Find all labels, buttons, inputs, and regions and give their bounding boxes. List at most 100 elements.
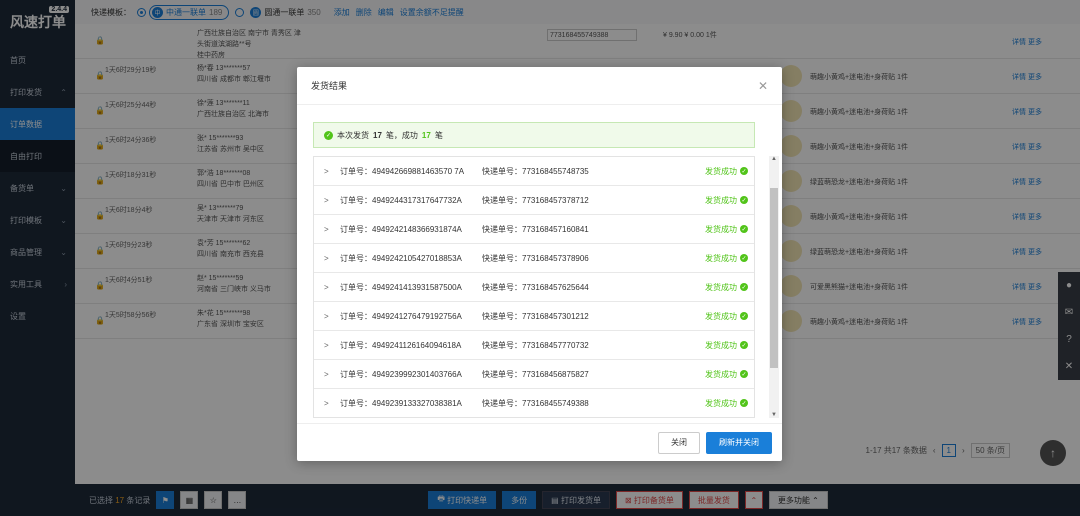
success-check-icon: ✓	[324, 130, 333, 140]
status-text: 发货成功	[705, 253, 737, 263]
order-number: 订单号：4949241276479192756A	[340, 311, 482, 322]
expand-chevron-icon[interactable]: >	[324, 341, 340, 350]
order-value: 4949241276479192756A	[372, 311, 462, 321]
list-item[interactable]: > 订单号：4949241413931587500A 快递单号：77316845…	[314, 273, 754, 302]
dialog-close-icon[interactable]: ✕	[758, 79, 768, 93]
waybill-number: 快递单号：773168457378712	[482, 195, 705, 206]
waybill-value: 773168457770732	[522, 340, 589, 350]
expand-chevron-icon[interactable]: >	[324, 399, 340, 408]
status-badge: 发货成功 ✓	[705, 253, 754, 264]
order-label: 订单号：	[340, 311, 372, 321]
order-number: 订单号：4949242105427018853A	[340, 253, 482, 264]
status-text: 发货成功	[705, 398, 737, 408]
waybill-value: 773168457625644	[522, 282, 589, 292]
waybill-value: 773168457378906	[522, 253, 589, 263]
summary-total: 17	[373, 130, 382, 140]
success-check-icon: ✓	[740, 254, 748, 262]
waybill-number: 快递单号：773168456875827	[482, 369, 705, 380]
scrollbar-thumb[interactable]	[770, 188, 778, 368]
order-label: 订单号：	[340, 282, 372, 292]
summary-mid: 笔，成功	[385, 130, 418, 140]
list-item[interactable]: > 订单号：4949244317317647732A 快递单号：77316845…	[314, 186, 754, 215]
expand-chevron-icon[interactable]: >	[324, 167, 340, 176]
success-check-icon: ✓	[740, 370, 748, 378]
status-badge: 发货成功 ✓	[705, 311, 754, 322]
order-value: 4949241126164094618A	[372, 340, 462, 350]
refresh-and-close-button[interactable]: 刷新并关闭	[706, 431, 772, 454]
close-button[interactable]: 关闭	[658, 431, 700, 454]
order-label: 订单号：	[340, 369, 372, 379]
list-item[interactable]: > 订单号：4949242105427018853A 快递单号：77316845…	[314, 244, 754, 273]
waybill-value: 773168457160841	[522, 224, 589, 234]
waybill-value: 773168456875827	[522, 369, 589, 379]
order-label: 订单号：	[340, 224, 372, 234]
order-number: 订单号：4949241413931587500A	[340, 282, 482, 293]
order-number: 订单号：494942669881463570 7A	[340, 166, 482, 177]
waybill-number: 快递单号：773168455748735	[482, 166, 705, 177]
success-check-icon: ✓	[740, 167, 748, 175]
success-check-icon: ✓	[740, 196, 748, 204]
waybill-value: 773168455748735	[522, 166, 589, 176]
order-label: 订单号：	[340, 253, 372, 263]
expand-chevron-icon[interactable]: >	[324, 196, 340, 205]
ship-result-dialog: 发货结果 ✕ ✓ 本次发货 17 笔，成功 17 笔 > 订单号：4949426…	[297, 67, 782, 461]
status-text: 发货成功	[705, 166, 737, 176]
order-label: 订单号：	[340, 166, 372, 176]
ship-result-list: > 订单号：494942669881463570 7A 快递单号：7731684…	[313, 156, 755, 418]
order-value: 4949239133327038381A	[372, 398, 462, 408]
waybill-number: 快递单号：773168457160841	[482, 224, 705, 235]
expand-chevron-icon[interactable]: >	[324, 225, 340, 234]
success-check-icon: ✓	[740, 312, 748, 320]
order-number: 订单号：4949241126164094618A	[340, 340, 482, 351]
order-value: 494942669881463570 7A	[372, 166, 465, 176]
order-value: 4949244317317647732A	[372, 195, 462, 205]
list-scrollbar[interactable]: ▲ ▼	[769, 156, 779, 418]
status-text: 发货成功	[705, 369, 737, 379]
list-item[interactable]: > 订单号：4949241126164094618A 快递单号：77316845…	[314, 331, 754, 360]
list-item[interactable]: > 订单号：4949241276479192756A 快递单号：77316845…	[314, 302, 754, 331]
waybill-label: 快递单号：	[482, 398, 522, 408]
dialog-header: 发货结果 ✕	[297, 67, 782, 105]
order-number: 订单号：4949242148366931874A	[340, 224, 482, 235]
app-root: 风速打单 2.4.4 首页 打印发货 ⌃ 订单数据 自由打印 备货单 ⌄ 打印模板 ⌄…	[0, 0, 1080, 516]
list-item[interactable]: > 订单号：4949239133327038381A 快递单号：77316845…	[314, 389, 754, 417]
order-label: 订单号：	[340, 340, 372, 350]
waybill-number: 快递单号：773168457301212	[482, 311, 705, 322]
waybill-label: 快递单号：	[482, 166, 522, 176]
waybill-number: 快递单号：773168457625644	[482, 282, 705, 293]
expand-chevron-icon[interactable]: >	[324, 312, 340, 321]
order-value: 4949242148366931874A	[372, 224, 462, 234]
waybill-label: 快递单号：	[482, 311, 522, 321]
list-item[interactable]: > 订单号：494942669881463570 7A 快递单号：7731684…	[314, 157, 754, 186]
dialog-title: 发货结果	[311, 81, 348, 91]
list-item[interactable]: > 订单号：4949242148366931874A 快递单号：77316845…	[314, 215, 754, 244]
waybill-number: 快递单号：773168455749388	[482, 398, 705, 409]
order-number: 订单号：4949244317317647732A	[340, 195, 482, 206]
order-number: 订单号：4949239992301403766A	[340, 369, 482, 380]
order-value: 4949241413931587500A	[372, 282, 462, 292]
order-label: 订单号：	[340, 398, 372, 408]
summary-prefix: 本次发货	[337, 130, 369, 140]
waybill-number: 快递单号：773168457770732	[482, 340, 705, 351]
waybill-label: 快递单号：	[482, 224, 522, 234]
status-text: 发货成功	[705, 282, 737, 292]
waybill-value: 773168457378712	[522, 195, 589, 205]
list-item[interactable]: > 订单号：4949239992301403766A 快递单号：77316845…	[314, 360, 754, 389]
order-value: 4949242105427018853A	[372, 253, 462, 263]
expand-chevron-icon[interactable]: >	[324, 254, 340, 263]
order-label: 订单号：	[340, 195, 372, 205]
order-number: 订单号：4949239133327038381A	[340, 398, 482, 409]
success-check-icon: ✓	[740, 399, 748, 407]
expand-chevron-icon[interactable]: >	[324, 283, 340, 292]
scroll-down-icon[interactable]: ▼	[770, 412, 778, 418]
waybill-label: 快递单号：	[482, 195, 522, 205]
expand-chevron-icon[interactable]: >	[324, 370, 340, 379]
scroll-up-icon[interactable]: ▲	[770, 156, 778, 162]
waybill-label: 快递单号：	[482, 253, 522, 263]
status-badge: 发货成功 ✓	[705, 224, 754, 235]
order-value: 4949239992301403766A	[372, 369, 462, 379]
waybill-label: 快递单号：	[482, 282, 522, 292]
status-text: 发货成功	[705, 195, 737, 205]
status-text: 发货成功	[705, 340, 737, 350]
waybill-label: 快递单号：	[482, 340, 522, 350]
